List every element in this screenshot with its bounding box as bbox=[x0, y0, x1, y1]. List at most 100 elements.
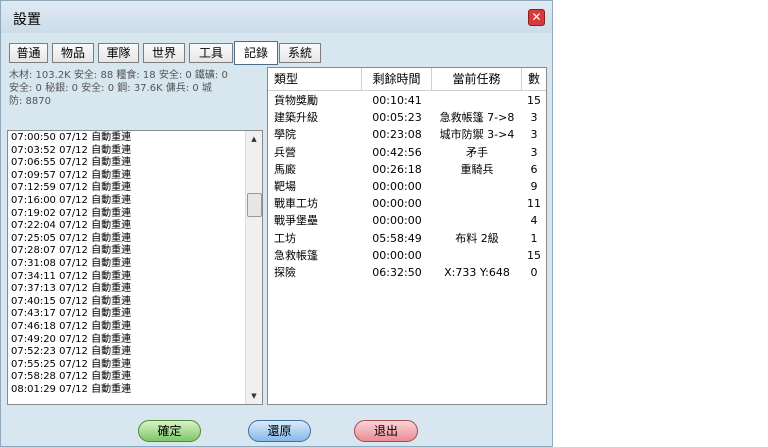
table-row[interactable]: 靶場 00:00:00 9 bbox=[268, 178, 546, 195]
cell-task: X:733 Y:648 bbox=[444, 265, 510, 279]
cell-task: 矛手 bbox=[466, 145, 488, 159]
close-icon[interactable]: ✕ bbox=[528, 9, 545, 26]
ok-button[interactable]: 確定 bbox=[138, 420, 201, 442]
cell-count: 0 bbox=[530, 265, 538, 279]
table-body: 貨物獎勵 00:10:41 15 建築升級 00:05:23 急救帳篷 7->8 3 學院 00… bbox=[268, 92, 546, 281]
resource-line: 防: 8870 bbox=[9, 96, 51, 107]
scroll-down-icon[interactable]: ▼ bbox=[246, 388, 262, 404]
log-list[interactable]: 07:00:50 07/12 自動重連 07:03:52 07/12 自動重連 07… bbox=[7, 130, 263, 405]
log-entry: 07:09:57 07/12 自動重連 bbox=[11, 169, 132, 181]
log-entry: 07:58:28 07/12 自動重連 bbox=[11, 371, 132, 383]
resource-summary: 木材: 103.2K 安全: 88 糧食: 18 安全: 0 鐵礦: 0 安全:… bbox=[9, 69, 261, 108]
cell-type: 工坊 bbox=[274, 231, 296, 245]
resource-line: 安全: 0 秘銀: 0 安全: 0 鋼: 37.6K 傭兵: 0 城 bbox=[9, 83, 212, 94]
table-row[interactable]: 工坊 05:58:49 布料 2級 1 bbox=[268, 230, 546, 247]
table-row[interactable]: 學院 00:23:08 城市防禦 3->4 3 bbox=[268, 126, 546, 143]
cell-count: 15 bbox=[527, 248, 541, 262]
cell-remaining: 00:23:08 bbox=[372, 128, 422, 142]
settings-dialog: 設置 ✕ 普通 物品 軍隊 世界 工具 記錄 系統 木材: 103.2K 安全:… bbox=[0, 0, 553, 447]
cell-remaining: 00:00:00 bbox=[372, 179, 422, 193]
log-entry: 07:00:50 07/12 自動重連 bbox=[11, 132, 132, 143]
log-entry: 07:03:52 07/12 自動重連 bbox=[11, 144, 132, 156]
cell-type: 貨物獎勵 bbox=[274, 94, 318, 107]
cell-remaining: 00:26:18 bbox=[372, 162, 422, 176]
log-entry: 07:22:04 07/12 自動重連 bbox=[11, 220, 132, 232]
cell-count: 6 bbox=[530, 162, 538, 176]
title-bar: 設置 ✕ bbox=[1, 1, 552, 33]
exit-button[interactable]: 退出 bbox=[354, 420, 418, 442]
cell-type: 戰爭堡壘 bbox=[274, 214, 318, 228]
log-entry: 07:46:18 07/12 自動重連 bbox=[11, 320, 132, 332]
log-entry: 07:34:11 07/12 自動重連 bbox=[11, 270, 132, 282]
table-row[interactable]: 戰爭堡壘 00:00:00 4 bbox=[268, 212, 546, 229]
log-entry: 07:55:25 07/12 自動重連 bbox=[11, 358, 132, 370]
table-row[interactable]: 建築升級 00:05:23 急救帳篷 7->8 3 bbox=[268, 109, 546, 126]
log-entry: 07:43:17 07/12 自動重連 bbox=[11, 308, 132, 320]
log-entry: 07:19:02 07/12 自動重連 bbox=[11, 207, 132, 219]
cell-remaining: 00:00:00 bbox=[372, 214, 422, 228]
cell-count: 4 bbox=[530, 214, 538, 228]
log-lines: 07:00:50 07/12 自動重連 07:03:52 07/12 自動重連 07… bbox=[11, 132, 247, 396]
cell-task: 重騎兵 bbox=[460, 162, 494, 176]
cell-type: 探險 bbox=[274, 265, 296, 279]
log-entry: 07:49:20 07/12 自動重連 bbox=[11, 333, 132, 345]
column-header-task[interactable]: 當前任務 bbox=[432, 68, 522, 90]
cell-remaining: 00:05:23 bbox=[372, 111, 422, 125]
cell-count: 11 bbox=[527, 197, 541, 211]
log-entry: 08:01:29 07/12 自動重連 bbox=[11, 383, 132, 395]
log-entry: 07:16:00 07/12 自動重連 bbox=[11, 194, 132, 206]
table-header: 類型 剩餘時間 當前任務 數 bbox=[268, 68, 546, 91]
table-row[interactable]: 馬廄 00:26:18 重騎兵 6 bbox=[268, 161, 546, 178]
scroll-thumb[interactable] bbox=[247, 193, 262, 217]
cell-count: 9 bbox=[530, 179, 538, 193]
log-entry: 07:31:08 07/12 自動重連 bbox=[11, 257, 132, 269]
tab-items[interactable]: 物品 bbox=[52, 43, 94, 63]
cell-count: 3 bbox=[530, 145, 538, 159]
log-entry: 07:06:55 07/12 自動重連 bbox=[11, 157, 132, 169]
tab-general[interactable]: 普通 bbox=[9, 43, 48, 63]
scroll-up-icon[interactable]: ▲ bbox=[246, 131, 262, 147]
cell-type: 戰車工坊 bbox=[274, 197, 318, 211]
cell-task: 城市防禦 3->4 bbox=[439, 128, 515, 142]
column-header-count[interactable]: 數 bbox=[522, 68, 546, 90]
cell-count: 1 bbox=[530, 231, 538, 245]
tab-world[interactable]: 世界 bbox=[143, 43, 185, 63]
reset-button[interactable]: 還原 bbox=[248, 420, 311, 442]
table-row[interactable]: 探險 06:32:50 X:733 Y:648 0 bbox=[268, 264, 546, 281]
log-entry: 07:40:15 07/12 自動重連 bbox=[11, 295, 132, 307]
cell-remaining: 00:42:56 bbox=[372, 145, 422, 159]
cell-remaining: 05:58:49 bbox=[372, 231, 422, 245]
log-entry: 07:12:59 07/12 自動重連 bbox=[11, 182, 132, 194]
cell-task: 布料 2級 bbox=[455, 231, 499, 245]
cell-count: 15 bbox=[527, 94, 541, 107]
table-row[interactable]: 兵營 00:42:56 矛手 3 bbox=[268, 144, 546, 161]
column-header-remaining[interactable]: 剩餘時間 bbox=[362, 68, 432, 90]
cell-count: 3 bbox=[530, 128, 538, 142]
log-entry: 07:28:07 07/12 自動重連 bbox=[11, 245, 132, 257]
cell-type: 建築升級 bbox=[274, 111, 318, 125]
log-entry: 07:37:13 07/12 自動重連 bbox=[11, 283, 132, 295]
cell-type: 靶場 bbox=[274, 179, 296, 193]
cell-count: 3 bbox=[530, 111, 538, 125]
cell-remaining: 00:00:00 bbox=[372, 197, 422, 211]
window-title: 設置 bbox=[13, 12, 41, 28]
tab-log[interactable]: 記錄 bbox=[234, 41, 278, 65]
table-row[interactable]: 戰車工坊 00:00:00 11 bbox=[268, 195, 546, 212]
log-entry: 07:25:05 07/12 自動重連 bbox=[11, 232, 132, 244]
column-header-type[interactable]: 類型 bbox=[268, 68, 362, 90]
tab-tools[interactable]: 工具 bbox=[189, 43, 233, 63]
cell-task: 急救帳篷 7->8 bbox=[439, 111, 515, 125]
tab-system[interactable]: 系統 bbox=[279, 43, 321, 63]
resource-line: 木材: 103.2K 安全: 88 糧食: 18 安全: 0 鐵礦: 0 bbox=[9, 70, 228, 81]
cell-type: 學院 bbox=[274, 128, 296, 142]
tab-army[interactable]: 軍隊 bbox=[98, 43, 139, 63]
cell-type: 急救帳篷 bbox=[274, 248, 318, 262]
log-scrollbar[interactable]: ▲ ▼ bbox=[245, 131, 262, 404]
table-row[interactable]: 急救帳篷 00:00:00 15 bbox=[268, 247, 546, 264]
task-table: 類型 剩餘時間 當前任務 數 貨物獎勵 00:10:41 15 建築升級 00:05:2… bbox=[267, 67, 547, 405]
log-entry: 07:52:23 07/12 自動重連 bbox=[11, 346, 132, 358]
table-row[interactable]: 貨物獎勵 00:10:41 15 bbox=[268, 92, 546, 109]
cell-remaining: 00:00:00 bbox=[372, 248, 422, 262]
cell-type: 馬廄 bbox=[274, 162, 296, 176]
cell-remaining: 06:32:50 bbox=[372, 265, 422, 279]
